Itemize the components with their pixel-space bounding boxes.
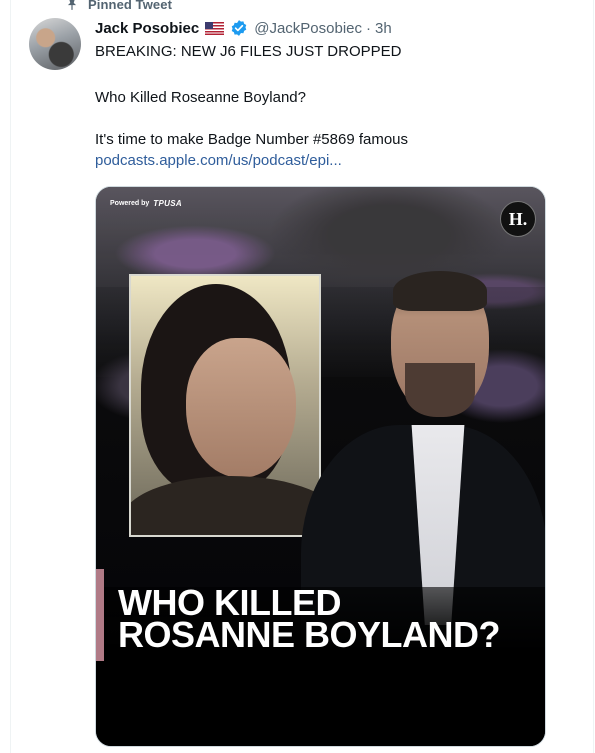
- pin-icon: [64, 0, 80, 12]
- tpusa-logo: TPUSA: [153, 199, 182, 208]
- timeline-right-border: [593, 0, 594, 753]
- portrait-shoulder: [131, 476, 319, 535]
- tweet-line-question: Who Killed Roseanne Boyland?: [95, 89, 306, 106]
- tweet-line-badge: It's time to make Badge Number #5869 fam…: [95, 131, 409, 148]
- h-logo-icon: H.: [500, 201, 536, 237]
- woman-portrait-photo: [129, 274, 321, 537]
- author-handle[interactable]: @JackPosobiec: [254, 20, 362, 37]
- tweet-timestamp[interactable]: 3h: [375, 20, 392, 37]
- h-logo-letter: H.: [508, 208, 528, 229]
- author-display-name[interactable]: Jack Posobiec: [95, 20, 199, 37]
- pinned-indicator: Pinned Tweet: [64, 0, 172, 13]
- man-hair: [393, 271, 487, 311]
- media-headline: WHO KILLED ROSANNE BOYLAND?: [118, 585, 538, 655]
- pinned-label: Pinned Tweet: [88, 0, 173, 12]
- accent-bar: [96, 569, 104, 661]
- timeline-left-border: [10, 0, 11, 753]
- separator-dot: ·: [366, 19, 372, 37]
- tweet-header: Jack Posobiec @JackPosobiec · 3h: [95, 17, 392, 39]
- portrait-face: [186, 338, 296, 478]
- us-flag-icon: [205, 21, 225, 35]
- powered-by-tpusa: Powered by TPUSA: [110, 199, 182, 208]
- man-beard: [405, 363, 475, 417]
- podcast-link-text[interactable]: podcasts.apple.com/us/podcast/epi...: [95, 152, 342, 169]
- powered-by-label: Powered by: [110, 200, 150, 207]
- tweet-line-breaking: BREAKING: NEW J6 FILES JUST DROPPED: [95, 43, 402, 60]
- verified-badge-icon[interactable]: [230, 19, 248, 37]
- podcast-link[interactable]: podcasts.apple.com/us/podcast/epi...: [95, 151, 342, 171]
- avatar[interactable]: [29, 18, 81, 70]
- media-image[interactable]: Powered by TPUSA H. WHO KILLED ROSANNE B…: [95, 186, 546, 747]
- headline-line-2: ROSANNE BOYLAND?: [118, 614, 501, 655]
